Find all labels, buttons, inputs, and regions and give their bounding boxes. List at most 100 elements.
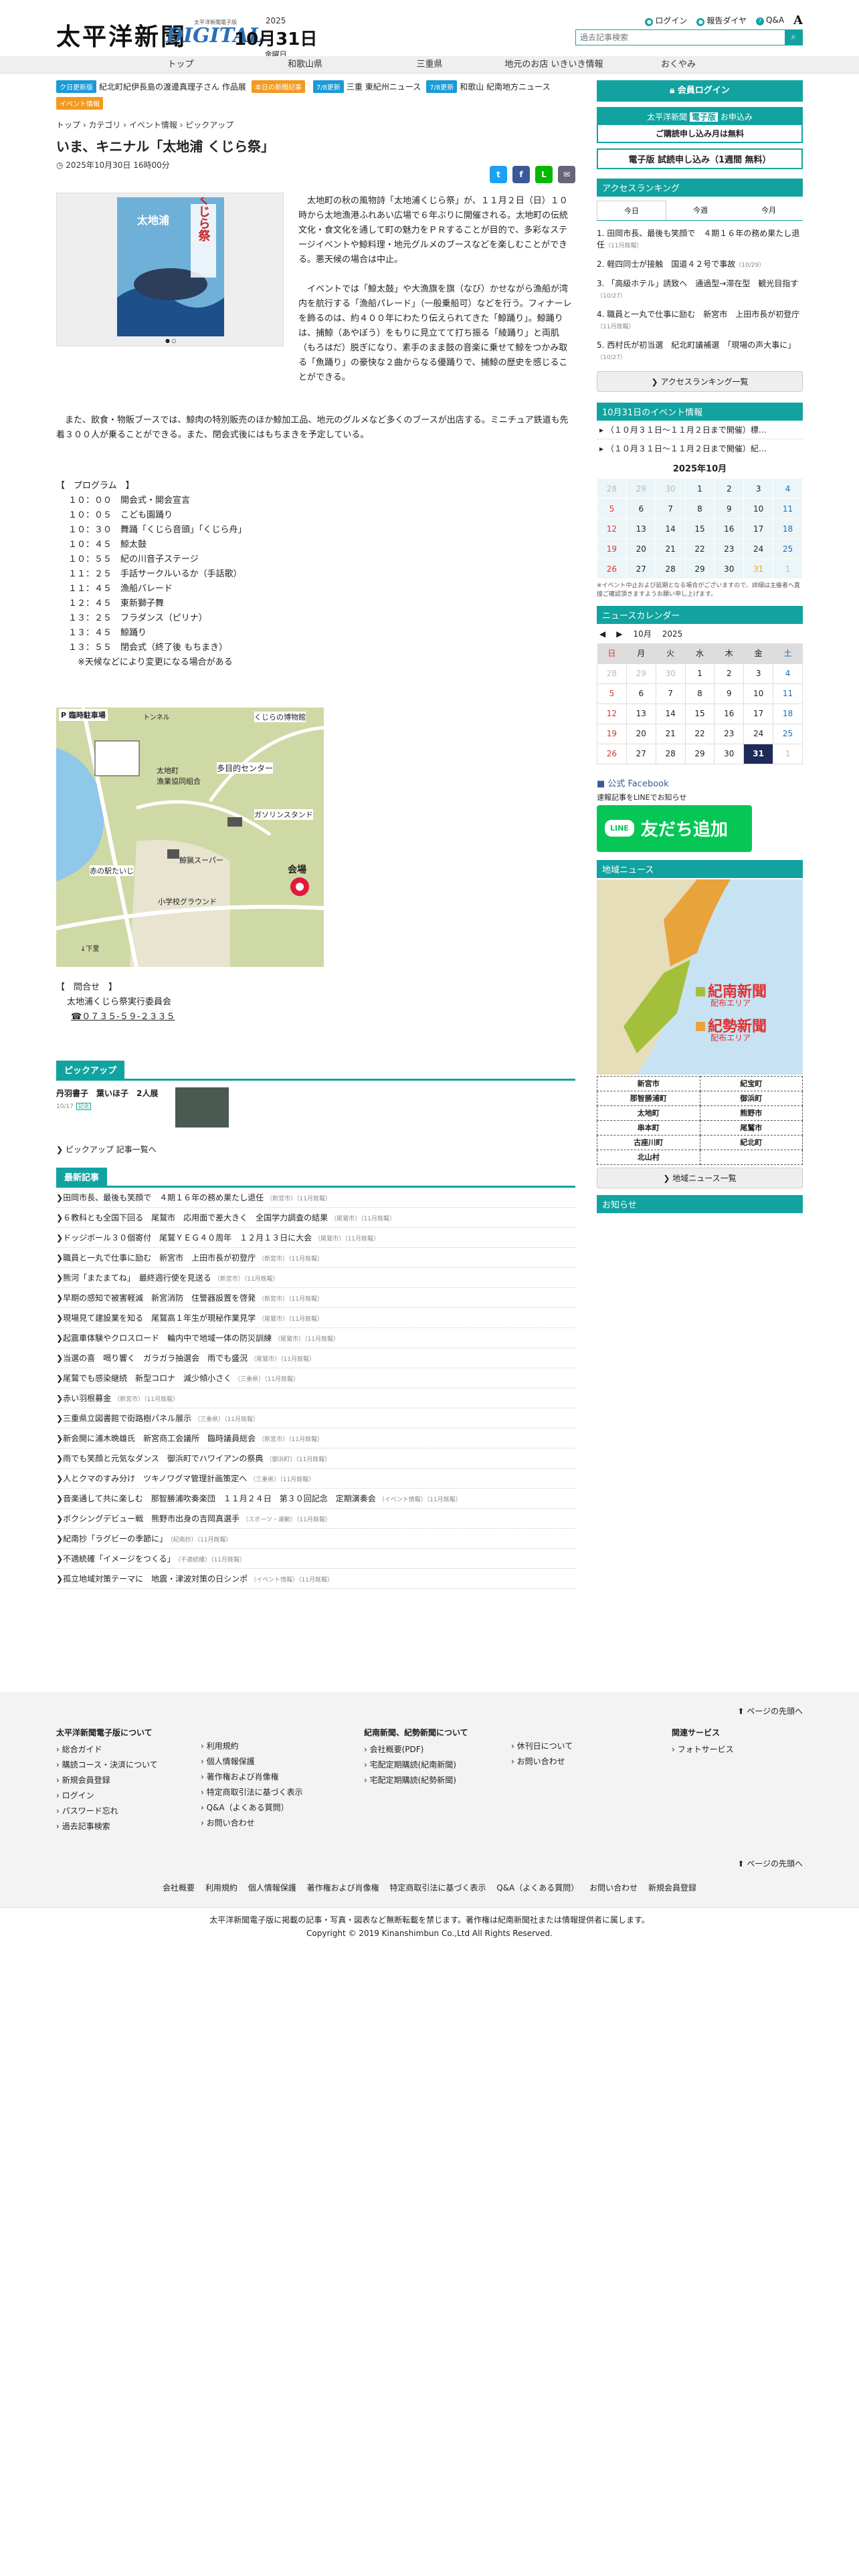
calendar-day[interactable]: 4: [773, 478, 803, 499]
latest-news-row[interactable]: ❯赤い羽根募金 （新宮市）（11月既報）: [56, 1388, 575, 1408]
calendar-day[interactable]: 12: [597, 518, 627, 539]
footer-link[interactable]: › お問い合わせ: [511, 1755, 573, 1767]
report-dial-link[interactable]: ● 報告ダイヤ: [696, 15, 747, 26]
calendar-day[interactable]: 14: [655, 703, 686, 724]
calendar-day[interactable]: 8: [684, 498, 715, 519]
latest-news-row[interactable]: ❯６教科とも全国下回る 尾鷲市 応用面で差大きく 全国学力調査の結果 （尾鷲市）（…: [56, 1208, 575, 1228]
line-add-friend-button[interactable]: LINE 友だち追加: [597, 804, 752, 852]
footer-bottom-link[interactable]: 会社概要: [163, 1883, 195, 1893]
footer-bottom-link[interactable]: Q&A（よくある質問）: [496, 1883, 579, 1893]
latest-news-row[interactable]: ❯職員と一丸で仕事に励む 新宮市 上田市長が初登庁 （新宮市）（11月既報）: [56, 1248, 575, 1268]
calendar-day[interactable]: 29: [684, 558, 715, 579]
area-more-button[interactable]: ❯ 地域ニュース一覧: [597, 1167, 803, 1188]
footer-link[interactable]: › 利用規約: [201, 1740, 303, 1751]
calendar-day[interactable]: 29: [626, 478, 656, 499]
calendar-day[interactable]: 31: [743, 743, 774, 764]
footer-link[interactable]: › 特定商取引法に基づく表示: [201, 1786, 303, 1798]
ranking-more-button[interactable]: ❯ アクセスランキング一覧: [597, 371, 803, 392]
calendar-day[interactable]: 27: [626, 558, 656, 579]
calendar-day[interactable]: 11: [773, 498, 803, 519]
area-town-link[interactable]: 那智勝浦町: [597, 1090, 700, 1106]
prev-month-icon[interactable]: ◀: [599, 629, 605, 639]
font-size-button[interactable]: A: [793, 13, 803, 27]
footer-link[interactable]: › ログイン: [56, 1790, 158, 1801]
area-town-link[interactable]: 紀宝町: [699, 1075, 803, 1091]
footer-link[interactable]: › 購読コース・決済について: [56, 1759, 158, 1770]
mail-share-icon[interactable]: ✉: [558, 166, 575, 183]
latest-news-row[interactable]: ❯雨でも笑顔と元気なダンス 御浜町でハワイアンの祭典 （御浜町）（11月既報）: [56, 1448, 575, 1469]
ticker-item[interactable]: イベント情報: [56, 97, 106, 110]
twitter-share-icon[interactable]: t: [490, 166, 507, 183]
calendar-day[interactable]: 13: [626, 703, 656, 724]
area-town-link[interactable]: 北山村: [597, 1149, 700, 1165]
area-town-link[interactable]: 紀北町: [699, 1134, 803, 1150]
calendar-day[interactable]: 23: [714, 538, 745, 559]
calendar-day[interactable]: 6: [626, 683, 656, 704]
footer-bottom-link[interactable]: 著作権および肖像権: [307, 1883, 379, 1893]
calendar-day[interactable]: 22: [684, 723, 715, 744]
slider-dots[interactable]: ● ○: [165, 338, 177, 344]
search-button[interactable]: ⌕: [785, 30, 802, 45]
login-link[interactable]: ● ログイン: [645, 15, 687, 26]
latest-news-row[interactable]: ❯早期の感知で被害軽減 新宮消防 住警器設置を啓発 （新宮市）（11月既報）: [56, 1288, 575, 1308]
footer-link[interactable]: › お問い合わせ: [201, 1817, 303, 1828]
pickup-more-link[interactable]: ❯ ピックアップ 記事一覧へ: [56, 1144, 575, 1155]
calendar-day[interactable]: 17: [743, 703, 774, 724]
ticker-item[interactable]: ク日更新版 紀北町紀伊長島の渡邊真理子さん 作品展: [56, 80, 246, 93]
subscribe-box[interactable]: 太平洋新聞 電子版 お申込み ご購読申し込み月は無料: [597, 107, 803, 143]
calendar-day[interactable]: 28: [655, 558, 686, 579]
calendar-day[interactable]: 21: [655, 538, 686, 559]
calendar-day[interactable]: 1: [684, 663, 715, 684]
calendar-day[interactable]: 6: [626, 498, 656, 519]
calendar-day[interactable]: 9: [714, 683, 745, 704]
calendar-day[interactable]: 26: [597, 558, 627, 579]
area-town-link[interactable]: 古座川町: [597, 1134, 700, 1150]
calendar-day[interactable]: 9: [714, 498, 745, 519]
line-share-icon[interactable]: L: [535, 166, 553, 183]
calendar-day[interactable]: 1: [773, 558, 803, 579]
footer-link[interactable]: › 新規会員登録: [56, 1774, 158, 1786]
contact-tel[interactable]: ☎０７３５-５９-２３３５: [56, 1010, 175, 1025]
area-town-link[interactable]: 尾鷲市: [699, 1119, 803, 1136]
ticker-item[interactable]: 7/8更新 和歌山 紀南地方ニュース: [426, 80, 550, 93]
latest-news-row[interactable]: ❯新会開に浦木晩雄氏 新宮商工会議所 臨時議員総会 （新宮市）（11月既報）: [56, 1428, 575, 1448]
event-item[interactable]: ▸ （１０月３１日～１１月２日まで開催）紀…: [597, 439, 803, 457]
next-month-icon[interactable]: ▶: [616, 629, 622, 639]
calendar-day[interactable]: 3: [743, 663, 774, 684]
calendar-day[interactable]: 30: [714, 558, 745, 579]
latest-news-row[interactable]: ❯起震車体験やクロスロード 輪内中で地域一体の防災訓練 （尾鷲市）（11月既報）: [56, 1328, 575, 1348]
qa-link[interactable]: ? Q&A: [756, 15, 784, 25]
pagetop-link[interactable]: ⬆ ページの先頭へ: [737, 1705, 803, 1717]
calendar-day[interactable]: 15: [684, 703, 715, 724]
calendar-day[interactable]: 10: [743, 683, 774, 704]
ranking-item[interactable]: 2. 軽四同士が接触 国道４２号で事故（10/29）: [597, 255, 803, 275]
latest-news-row[interactable]: ❯不適統確「イメージをつくる」 （不適統確）（11月既報）: [56, 1549, 575, 1569]
footer-bottom-link[interactable]: 利用規約: [205, 1883, 237, 1893]
footer-link[interactable]: › Q&A（よくある質問）: [201, 1802, 303, 1813]
calendar-day[interactable]: 25: [773, 538, 803, 559]
pickup-item[interactable]: 丹羽書子 葉いほ子 2人展 10/17 記念: [56, 1087, 575, 1128]
ranking-item[interactable]: 5. 西村氏が初当選 紀北町議補選 「現場の声大事に」（10/27）: [597, 336, 803, 367]
calendar-day[interactable]: 29: [684, 743, 715, 764]
nav-obituaries[interactable]: おくやみ: [616, 56, 741, 73]
footer-link[interactable]: › 個人情報保護: [201, 1755, 303, 1767]
area-town-link[interactable]: 御浜町: [699, 1090, 803, 1106]
latest-news-row[interactable]: ❯田岡市長、最後も笑顔で ４期１６年の務め果たし退任 （新宮市）（11月既報）: [56, 1188, 575, 1208]
calendar-day[interactable]: 24: [743, 538, 774, 559]
footer-bottom-link[interactable]: 特定商取引法に基づく表示: [389, 1883, 486, 1893]
latest-news-row[interactable]: ❯孤立地域対策テーマに 地震・津波対策の日シンポ （イベント情報）（11月既報）: [56, 1569, 575, 1589]
footer-link[interactable]: › 会社概要(PDF): [364, 1743, 468, 1755]
calendar-day[interactable]: 18: [773, 703, 803, 724]
footer-link[interactable]: › 宅配定期購読(紀勢新聞): [364, 1774, 468, 1786]
nav-local-shops[interactable]: 地元のお店 いきいき情報: [492, 56, 616, 73]
footer-link[interactable]: › 総合ガイド: [56, 1743, 158, 1755]
footer-bottom-link[interactable]: お問い合わせ: [589, 1883, 638, 1893]
footer-link[interactable]: › 宅配定期購読(紀南新聞): [364, 1759, 468, 1770]
calendar-day[interactable]: 23: [714, 723, 745, 744]
calendar-day[interactable]: 28: [655, 743, 686, 764]
calendar-day[interactable]: 16: [714, 518, 745, 539]
calendar-day[interactable]: 18: [773, 518, 803, 539]
article-photo-slider[interactable]: くじら祭 太地浦 ● ○: [56, 193, 284, 346]
latest-news-row[interactable]: ❯現場見て建設業を知る 尾鷲高１年生が現秘作業見学 （尾鷲市）（11月既報）: [56, 1308, 575, 1328]
pagetop-link-2[interactable]: ⬆ ページの先頭へ: [737, 1858, 803, 1869]
